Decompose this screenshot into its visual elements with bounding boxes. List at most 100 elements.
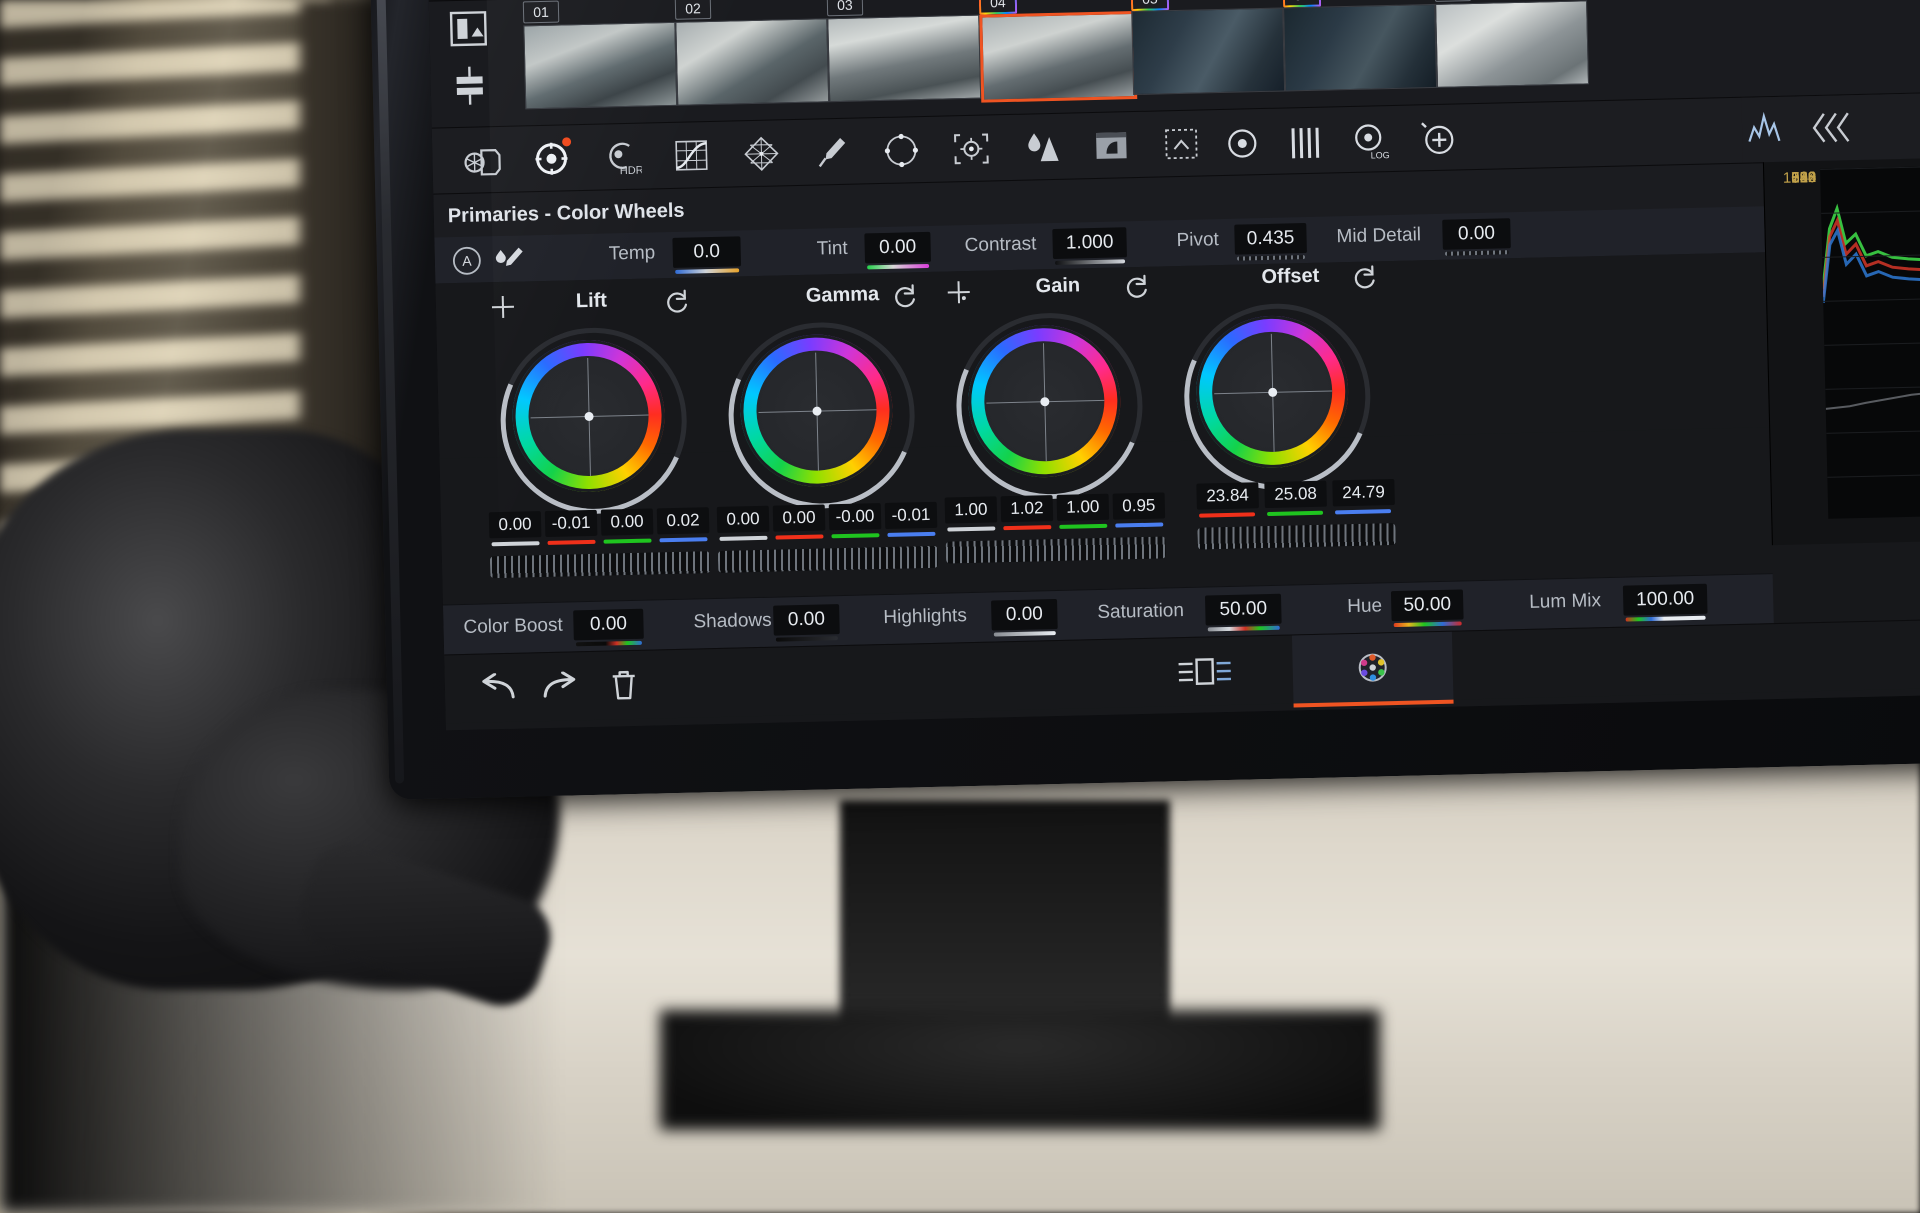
tint-slider[interactable] [867,263,930,270]
contrast-slider[interactable] [1055,259,1126,265]
hdr-wheels-icon[interactable]: HDR [598,134,645,181]
gamma-handle[interactable] [811,405,822,416]
add-node-icon[interactable] [1418,118,1461,161]
lift-reset-icon[interactable] [664,288,691,315]
thumbnail-04-selected[interactable] [979,10,1138,103]
thumbnail-number[interactable]: 07 [1434,0,1472,2]
offset-green-input[interactable]: 25.08 [1264,480,1327,509]
redo-button[interactable] [536,664,583,709]
gamma-green-input[interactable]: -0.00 [828,503,882,531]
color-wheels-icon[interactable] [528,135,575,182]
reset-button[interactable] [600,663,647,708]
thumbnail-02[interactable] [675,18,830,106]
mode-log-wheels-icon[interactable]: LOG [1350,120,1395,163]
tracker-icon[interactable] [948,125,995,172]
tab-color-palette[interactable] [1291,631,1454,708]
contrast-input[interactable]: 1.000 [1052,227,1127,259]
gain-green-input[interactable]: 1.00 [1056,493,1110,521]
hue-slider[interactable] [1393,621,1462,628]
offset-reset-icon[interactable] [1351,263,1378,290]
split-screen-icon[interactable] [446,62,493,109]
power-window-icon[interactable] [878,127,925,174]
shadows-slider[interactable] [775,636,838,642]
thumbnail-06[interactable] [1283,3,1438,92]
saturation-input[interactable]: 50.00 [1204,593,1282,626]
offset-handle[interactable] [1267,387,1277,397]
gain-master-bar[interactable] [947,526,996,532]
gamma-blue-input[interactable]: -0.01 [884,501,938,530]
gamma-reset-icon[interactable] [892,282,919,309]
gain-blue-bar[interactable] [1115,522,1164,528]
lift-master-input[interactable]: 0.00 [488,511,542,539]
thumbnail-05[interactable] [1131,7,1286,96]
gamma-master-input[interactable]: 0.00 [716,505,770,533]
temp-input[interactable]: 0.0 [672,236,742,268]
auto-balance-icon[interactable]: A [451,244,484,277]
lift-green-bar[interactable] [603,538,652,544]
gain-red-bar[interactable] [1003,525,1052,531]
gamma-red-input[interactable]: 0.00 [772,504,826,532]
temp-slider[interactable] [675,268,740,274]
pivot-input[interactable]: 0.435 [1234,223,1307,255]
mid-detail-input[interactable]: 0.00 [1442,218,1511,250]
gain-reset-icon[interactable] [1123,273,1150,300]
key-icon[interactable] [1088,122,1135,169]
thumbnail-number[interactable]: 04 [978,0,1018,15]
thumbnail-01[interactable] [523,21,678,110]
gain-master-input[interactable]: 1.00 [944,496,998,524]
curves-icon[interactable] [668,132,715,179]
offset-blue-input[interactable]: 24.79 [1332,479,1395,507]
offset-blue-bar[interactable] [1334,509,1392,515]
gamma-blue-bar[interactable] [887,531,936,537]
lift-red-bar[interactable] [547,539,596,545]
highlights-input[interactable]: 0.00 [991,598,1058,631]
gallery-icon[interactable] [445,6,492,51]
lum-mix-slider[interactable] [1625,615,1706,622]
thumbnail-number[interactable]: 03 [826,0,864,17]
picker-icon[interactable] [492,243,527,276]
thumbnail-07[interactable] [1435,0,1590,88]
lift-blue-input[interactable]: 0.02 [656,507,710,535]
gain-red-input[interactable]: 1.02 [1000,495,1054,523]
hue-input[interactable]: 50.00 [1390,589,1464,622]
lift-ganged-slider[interactable] [489,551,711,579]
color-boost-input[interactable]: 0.00 [573,608,644,641]
color-boost-slider[interactable] [575,640,642,647]
gamma-ganged-slider[interactable] [717,545,939,573]
lift-red-input[interactable]: -0.01 [544,509,598,538]
shadows-input[interactable]: 0.00 [773,604,840,636]
pivot-slider[interactable] [1236,255,1306,261]
offset-green-bar[interactable] [1267,510,1324,517]
lift-blue-bar[interactable] [659,537,708,543]
tint-input[interactable]: 0.00 [864,231,932,264]
thumbnail-03[interactable] [827,14,982,103]
sizing-icon[interactable] [1158,120,1205,167]
gain-handle[interactable] [1039,396,1049,406]
offset-red-input[interactable]: 23.84 [1196,482,1259,510]
gain-ganged-slider[interactable] [945,536,1167,564]
waveform-scope[interactable] [1820,166,1920,519]
thumbnail-number[interactable]: 01 [522,0,560,24]
mode-primaries-wheels-icon[interactable] [1222,123,1263,164]
mid-detail-slider[interactable] [1444,250,1510,256]
lift-master-bar[interactable] [491,541,540,547]
gamma-red-bar[interactable] [775,534,824,540]
collapse-icon[interactable] [1810,109,1855,146]
waveform-icon[interactable] [1746,109,1789,150]
undo-button[interactable] [474,666,521,711]
thumbnail-number[interactable]: 02 [674,0,712,20]
gain-bias-icon[interactable] [945,279,972,306]
gain-blue-input[interactable]: 0.95 [1112,492,1166,520]
lum-mix-input[interactable]: 100.00 [1622,583,1708,616]
color-warper-icon[interactable] [738,130,785,177]
offset-red-bar[interactable] [1199,512,1256,518]
tab-node-editor[interactable] [1124,636,1286,708]
mode-primaries-bars-icon[interactable] [1286,124,1325,163]
lift-bias-icon[interactable] [490,294,517,321]
saturation-slider[interactable] [1207,625,1280,632]
highlights-slider[interactable] [993,631,1056,637]
lift-green-input[interactable]: 0.00 [600,508,654,536]
blur-icon[interactable] [1018,124,1065,171]
lift-handle[interactable] [583,411,594,421]
gamma-master-bar[interactable] [719,535,768,541]
